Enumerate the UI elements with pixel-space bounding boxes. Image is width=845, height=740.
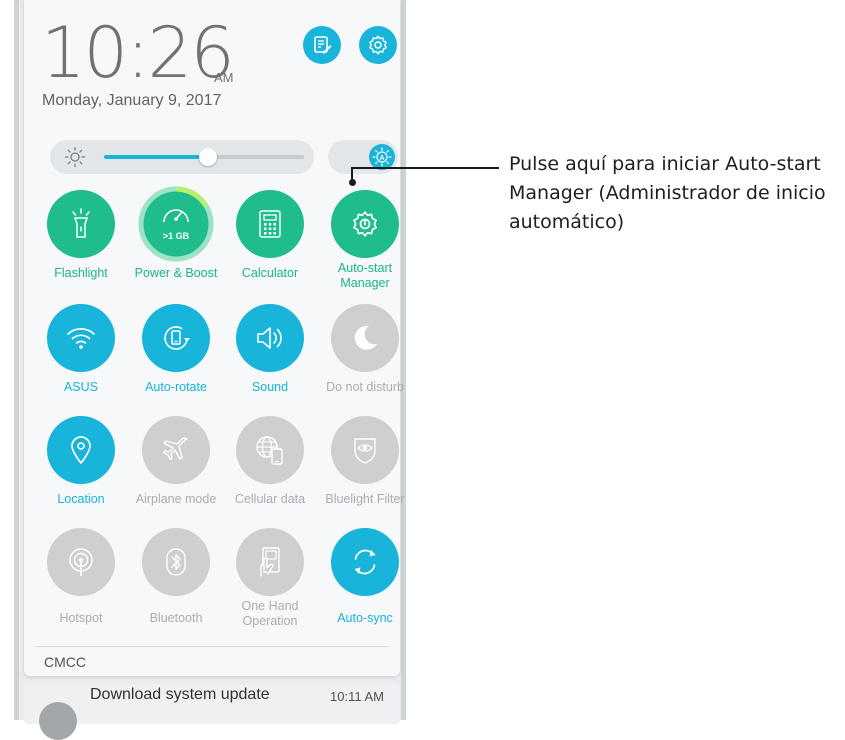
tile-airplane-mode[interactable]: Airplane mode [131,416,221,507]
brightness-knob[interactable] [199,148,217,166]
tile-power-boost-label: Power & Boost [134,266,218,280]
tile-bluelight-filter[interactable]: Bluelight Filter [320,416,410,507]
tile-sound-button[interactable] [236,304,304,372]
brightness-sun-icon [64,146,86,168]
tile-power-boost[interactable]: >1 GB Power & Boost [131,186,221,281]
speaker-icon [257,327,282,349]
tile-one-hand-operation-label: One Hand Operation [241,599,299,628]
tile-airplane-mode-button[interactable] [142,416,210,484]
tile-wifi-label: ASUS [63,380,99,394]
hotspot-icon [69,548,93,576]
tile-flashlight[interactable]: Flashlight [36,190,126,281]
notification-download-update[interactable]: Download system update 10:11 AM [24,684,400,740]
callout-line-horizontal [351,167,499,169]
tile-auto-start-manager[interactable]: Auto-start Manager [320,190,410,291]
tile-flashlight-button[interactable] [47,190,115,258]
clock-date: Monday, January 9, 2017 [42,92,222,109]
tile-do-not-disturb-button[interactable] [331,304,399,372]
tile-one-hand-operation[interactable]: One Hand Operation [225,528,315,629]
tile-location-label: Location [57,492,105,506]
tile-calculator-button[interactable] [236,190,304,258]
tile-auto-rotate-label: Auto-rotate [145,380,207,394]
sync-icon [354,549,376,575]
tile-airplane-mode-label: Airplane mode [135,492,217,506]
airplane-icon [162,437,188,461]
notification-time: 10:11 AM [330,689,384,704]
tile-auto-sync[interactable]: Auto-sync [320,528,410,626]
tile-auto-start-manager-label: Auto-start Manager [337,261,393,290]
carrier-name: CMCC [44,654,86,670]
tile-auto-sync-button[interactable] [331,528,399,596]
edit-notes-button[interactable] [303,26,341,64]
tile-sound[interactable]: Sound [225,304,315,395]
tile-location[interactable]: Location [36,416,126,507]
globe-phone-icon [256,436,283,465]
tile-power-boost-button[interactable]: >1 GB [138,186,214,262]
callout-text: Pulse aquí para iniciar Auto-start Manag… [509,153,826,233]
tile-location-button[interactable] [47,416,115,484]
tile-cellular-data-button[interactable] [236,416,304,484]
phone-screen: 10:26 AM Monday, January 9, 2017 A Flash… [14,0,406,740]
tile-bluelight-filter-button[interactable] [331,416,399,484]
svg-text:A: A [379,155,384,162]
tile-bluelight-filter-label: Bluelight Filter [325,492,405,506]
one-hand-icon [260,547,280,577]
tile-auto-sync-label: Auto-sync [337,611,393,625]
tile-auto-rotate[interactable]: Auto-rotate [131,304,221,395]
settings-button[interactable] [359,26,397,64]
eye-filter-icon [354,438,376,464]
clock-ampm: AM [214,70,234,85]
tile-hotspot-button[interactable] [47,528,115,596]
calculator-icon [259,210,281,238]
tile-hotspot[interactable]: Hotspot [36,528,126,626]
edit-notes-icon [314,36,332,54]
rotate-icon [164,326,190,350]
location-pin-icon [71,436,91,464]
settings-gear-icon [369,35,387,55]
speedometer-icon [163,209,189,223]
system-update-icon [39,702,77,740]
bluetooth-icon [166,548,186,576]
tile-wifi[interactable]: ASUS [36,304,126,395]
panel-divider [34,646,390,647]
tile-flashlight-label: Flashlight [54,266,108,280]
screen-edge-left [14,0,19,720]
tile-wifi-button[interactable] [47,304,115,372]
tile-do-not-disturb-label: Do not disturb [326,380,404,394]
brightness-fill [104,155,208,159]
tile-auto-start-manager-button[interactable] [331,190,399,258]
tile-cellular-data[interactable]: Cellular data [225,416,315,507]
brightness-slider[interactable] [50,140,314,174]
tile-bluetooth-label: Bluetooth [149,611,203,625]
wifi-icon [67,328,95,349]
tile-calculator-label: Calculator [241,266,299,280]
tile-hotspot-label: Hotspot [59,611,103,625]
tile-bluetooth[interactable]: Bluetooth [131,528,221,626]
tile-one-hand-operation-button[interactable] [236,528,304,596]
clock-time: 10:26 [41,12,235,94]
gear-icon [353,211,377,237]
notification-title: Download system update [90,686,270,703]
brightness-track-bar [104,148,304,166]
quick-settings-panel: 10:26 AM Monday, January 9, 2017 A Flash… [24,0,405,676]
tile-bluetooth-button[interactable] [142,528,210,596]
tile-do-not-disturb[interactable]: Do not disturb [320,304,410,395]
tile-cellular-data-label: Cellular data [234,492,306,506]
flashlight-icon [72,208,90,238]
tile-auto-rotate-button[interactable] [142,304,210,372]
tile-sound-label: Sound [251,380,289,394]
auto-brightness-icon: A [372,147,392,167]
callout-dot [349,179,356,186]
moon-icon [354,325,377,350]
memory-badge: >1 GB [162,231,190,241]
tile-calculator[interactable]: Calculator [225,190,315,281]
